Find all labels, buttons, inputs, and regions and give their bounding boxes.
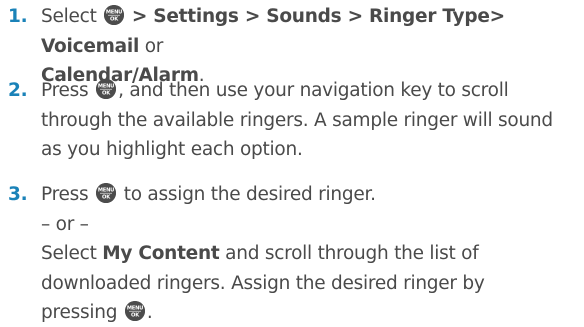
svg-text:OK: OK bbox=[110, 17, 119, 23]
step-number: 3. bbox=[8, 184, 28, 205]
period: . bbox=[146, 302, 153, 323]
svg-text:MENU: MENU bbox=[127, 306, 143, 312]
instructions-document: 1. Select MENU OK > Settings > Sounds > … bbox=[0, 0, 584, 327]
step-body: Press MENU OK to assign the desired ring… bbox=[41, 180, 578, 327]
step-text: , and then use your navigation key to sc… bbox=[118, 80, 509, 101]
press-text: Press bbox=[41, 80, 89, 101]
svg-text:MENU: MENU bbox=[106, 10, 122, 16]
svg-text:OK: OK bbox=[102, 195, 111, 201]
menu-ok-key-icon: MENU OK bbox=[96, 183, 117, 203]
step-2: 2. Press MENU OK , and then use your nav… bbox=[8, 76, 578, 165]
step-text: to assign the desired ringer. bbox=[123, 184, 376, 205]
step-line: downloaded ringers. Assign the desired r… bbox=[41, 272, 485, 294]
step-number: 2. bbox=[8, 80, 28, 101]
step-3: 3. Press MENU OK to assign the desired r… bbox=[8, 180, 578, 327]
step-number: 1. bbox=[8, 6, 28, 27]
step-body: Press MENU OK , and then use your naviga… bbox=[41, 76, 578, 165]
menu-ok-key-icon: MENU OK bbox=[124, 301, 145, 321]
svg-text:OK: OK bbox=[102, 91, 111, 97]
select-text: Select bbox=[41, 6, 97, 27]
step-text: and scroll through the list of bbox=[225, 243, 479, 264]
step-line: Press MENU OK , and then use your naviga… bbox=[41, 76, 578, 106]
menu-ok-key-icon: MENU OK bbox=[104, 5, 125, 25]
step-line: as you highlight each option. bbox=[41, 139, 303, 160]
menu-ok-key-icon: MENU OK bbox=[96, 79, 117, 99]
svg-text:MENU: MENU bbox=[98, 188, 114, 194]
pressing-text: pressing bbox=[41, 302, 118, 323]
press-text: Press bbox=[41, 184, 89, 205]
step-line: Select MENU OK > Settings > Sounds > Rin… bbox=[41, 2, 578, 61]
select-text: Select bbox=[41, 243, 97, 264]
step-line: pressing MENU OK . bbox=[41, 298, 578, 327]
or-separator: – or – bbox=[41, 213, 89, 235]
svg-text:MENU: MENU bbox=[98, 84, 114, 90]
step-line: Press MENU OK to assign the desired ring… bbox=[41, 180, 578, 210]
svg-text:OK: OK bbox=[131, 313, 140, 319]
or-text: or bbox=[144, 35, 164, 57]
my-content-text: My Content bbox=[102, 243, 220, 264]
step-line: Select My Content and scroll through the… bbox=[41, 239, 578, 269]
step-line: through the available ringers. A sample … bbox=[41, 109, 553, 131]
